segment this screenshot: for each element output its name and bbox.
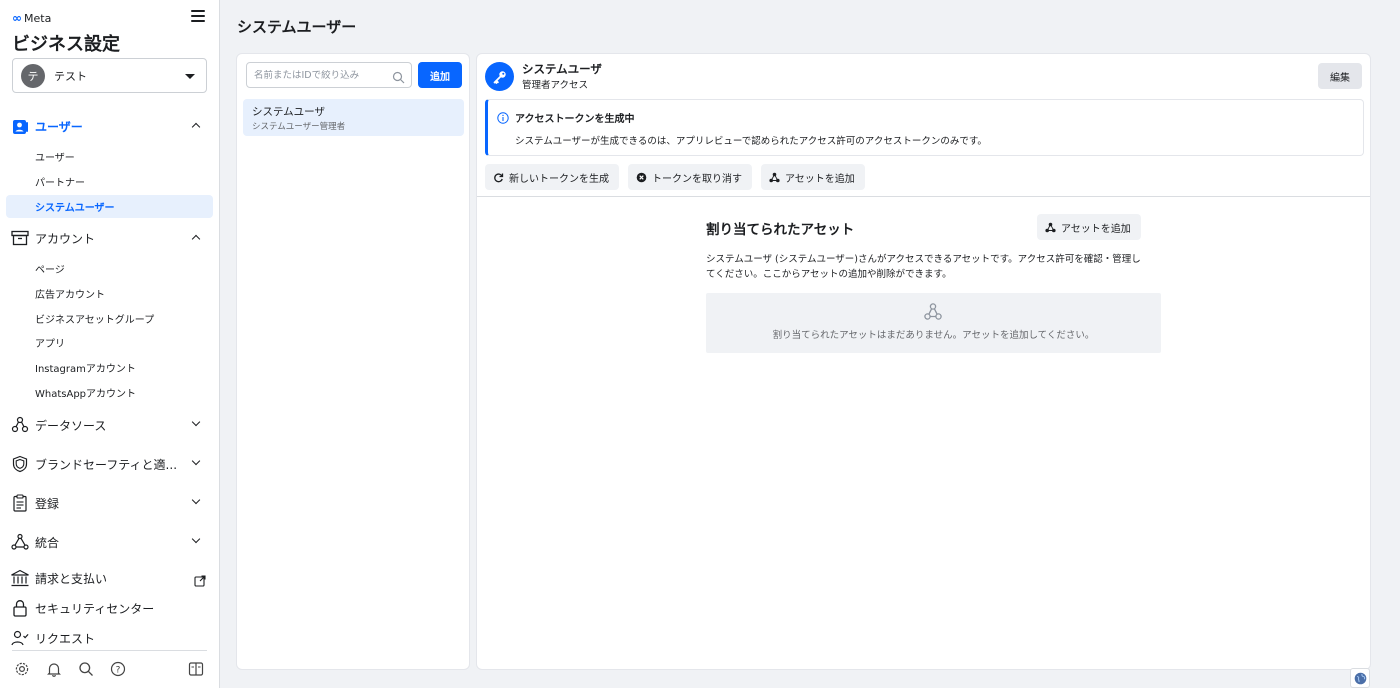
nav-section-label: 登録	[35, 496, 60, 511]
revoke-token-button[interactable]: トークンを取り消す	[628, 164, 752, 190]
sidebar: ∞ Meta ビジネス設定 テ テスト ユーザー ユーザー パートナー システム…	[0, 0, 220, 688]
nav-section-label: 請求と支払い	[35, 571, 108, 586]
edit-button[interactable]: 編集	[1318, 63, 1362, 89]
banner-title: アクセストークンを生成中	[515, 114, 635, 125]
system-user-access: 管理者アクセス	[522, 80, 589, 91]
meta-logo[interactable]: ∞ Meta	[12, 11, 51, 25]
search-input[interactable]	[254, 69, 384, 81]
info-icon	[497, 109, 509, 128]
section-divider	[477, 196, 1370, 197]
external-link-icon	[194, 572, 206, 591]
search-field[interactable]	[246, 62, 412, 88]
nav-section-label: 統合	[35, 535, 60, 550]
key-icon	[485, 62, 514, 91]
clipboard-icon	[10, 493, 30, 513]
person-check-icon	[10, 628, 30, 648]
sidebar-item-ad-accounts[interactable]: 広告アカウント	[6, 282, 213, 305]
add-assets-label: アセットを追加	[785, 173, 855, 185]
meta-infinity-icon: ∞	[12, 11, 22, 25]
assigned-assets-title: 割り当てられたアセット	[706, 222, 855, 238]
meta-logo-text: Meta	[24, 11, 52, 25]
sidebar-item-apps[interactable]: アプリ	[6, 331, 213, 354]
chevron-down-icon	[191, 534, 201, 544]
sidebar-item-partners[interactable]: パートナー	[6, 170, 213, 193]
users-icon	[10, 116, 30, 136]
generate-token-label: 新しいトークンを生成	[509, 173, 609, 185]
page-scrollbar[interactable]	[1392, 0, 1400, 688]
page-title: システムユーザー	[237, 18, 357, 36]
nav-section-label: リクエスト	[35, 631, 96, 646]
sidebar-item-whatsapp-accounts[interactable]: WhatsAppアカウント	[6, 381, 213, 404]
svg-text:?: ?	[116, 666, 121, 676]
search-icon[interactable]	[77, 660, 95, 678]
nav-section-integrations[interactable]: 統合	[6, 530, 213, 554]
revoke-token-label: トークンを取り消す	[652, 173, 742, 185]
notifications-bell-icon[interactable]	[45, 660, 63, 678]
empty-assets-text: 割り当てられたアセットはまだありません。アセットを追加してください。	[772, 330, 1095, 341]
business-account-selector[interactable]: テ テスト	[12, 58, 207, 93]
sidebar-item-instagram-accounts[interactable]: Instagramアカウント	[6, 356, 213, 379]
nav-section-security-center[interactable]: セキュリティセンター	[6, 596, 213, 620]
bank-icon	[10, 568, 30, 588]
info-banner: アクセストークンを生成中 システムユーザーが生成できるのは、アプリレビューで認め…	[485, 99, 1364, 156]
assets-icon	[1045, 222, 1056, 232]
nav-section-accounts[interactable]: アカウント	[6, 226, 213, 250]
assets-icon	[924, 303, 942, 325]
account-name: テスト	[54, 69, 87, 83]
nav-section-billing[interactable]: 請求と支払い	[6, 566, 213, 590]
add-assigned-assets-label: アセットを追加	[1061, 223, 1131, 235]
add-assets-button[interactable]: アセットを追加	[761, 164, 865, 190]
search-icon	[392, 69, 405, 88]
nav-section-label: ブランドセーフティと適...	[35, 457, 178, 472]
caret-down-icon	[185, 74, 195, 79]
integrations-icon	[10, 532, 30, 552]
nav-section-label: データソース	[35, 418, 107, 433]
chevron-down-icon	[191, 456, 201, 466]
data-sources-icon	[10, 415, 30, 435]
sidebar-item-users[interactable]: ユーザー	[6, 145, 213, 168]
list-item-role: システムユーザー管理者	[252, 122, 346, 132]
chevron-up-icon	[191, 234, 201, 244]
archive-icon	[10, 228, 30, 248]
help-icon[interactable]: ?	[109, 660, 127, 678]
list-item[interactable]: システムユーザ システムユーザー管理者	[243, 99, 464, 136]
sidebar-item-pages[interactable]: ページ	[6, 257, 213, 280]
nav-section-label: アカウント	[35, 231, 96, 246]
toggle-sidebar-icon[interactable]	[187, 660, 205, 678]
system-user-list-panel: 追加 システムユーザ システムユーザー管理者	[236, 53, 470, 670]
empty-assets-state: 割り当てられたアセットはまだありません。アセットを追加してください。	[706, 293, 1161, 353]
system-user-name: システムユーザ	[522, 62, 602, 76]
assigned-assets-description: システムユーザ (システムユーザー)さんがアクセスできるアセットです。アクセス許…	[706, 254, 1141, 280]
banner-body: システムユーザーが生成できるのは、アプリレビューで認められたアクセス許可のアクセ…	[515, 136, 987, 147]
language-globe-icon[interactable]	[1350, 668, 1370, 688]
avatar: テ	[21, 63, 45, 88]
settings-gear-icon[interactable]	[13, 660, 31, 678]
nav-section-brand-safety[interactable]: ブランドセーフティと適...	[6, 452, 213, 476]
generate-token-button[interactable]: 新しいトークンを生成	[485, 164, 619, 190]
sidebar-item-system-users[interactable]: システムユーザー	[6, 195, 213, 218]
nav-section-label: セキュリティセンター	[35, 601, 155, 616]
nav-section-data-sources[interactable]: データソース	[6, 413, 213, 437]
chevron-down-icon	[191, 417, 201, 427]
close-circle-icon	[636, 172, 647, 182]
nav-section-requests[interactable]: リクエスト	[6, 626, 213, 650]
shield-icon	[10, 454, 30, 474]
lock-icon	[10, 598, 30, 618]
system-user-detail-panel: システムユーザ 管理者アクセス 編集 アクセストークンを生成中 システムユーザー…	[476, 53, 1371, 670]
sidebar-footer-divider	[12, 650, 207, 651]
add-assigned-assets-button[interactable]: アセットを追加	[1037, 214, 1141, 240]
chevron-down-icon	[191, 495, 201, 505]
assets-icon	[769, 172, 780, 182]
chevron-up-icon	[191, 122, 201, 132]
app-title: ビジネス設定	[12, 34, 120, 55]
menu-icon[interactable]	[191, 10, 205, 24]
nav-section-users[interactable]: ユーザー	[6, 114, 213, 138]
list-item-name: システムユーザ	[252, 106, 325, 118]
nav-section-registration[interactable]: 登録	[6, 491, 213, 515]
sidebar-item-business-asset-groups[interactable]: ビジネスアセットグループ	[6, 307, 213, 330]
nav-section-label: ユーザー	[35, 119, 83, 134]
refresh-icon	[494, 172, 504, 182]
add-system-user-button[interactable]: 追加	[418, 62, 462, 88]
